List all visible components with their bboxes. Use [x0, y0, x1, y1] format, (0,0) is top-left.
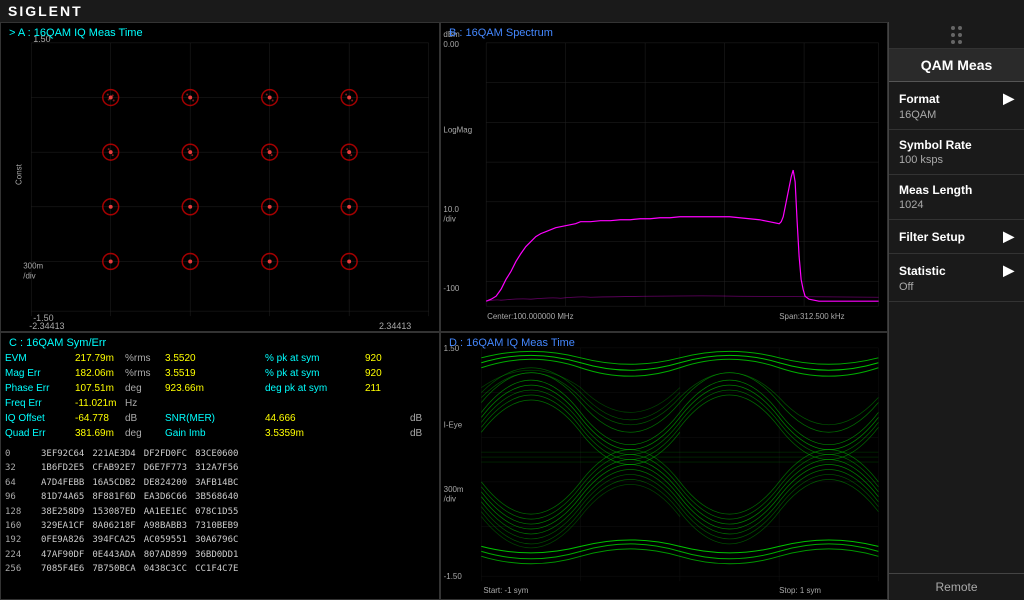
- svg-text:-100: -100: [443, 284, 459, 293]
- stop-sym: Stop: 1 sym: [779, 586, 821, 595]
- hex-row-224: 224 47AF90DF 0E443ADA 807AD899 36BD0DD1: [5, 548, 435, 562]
- meas-row-evm: EVM 217.79m %rms 3.5520 % pk at sym 920: [5, 351, 435, 366]
- statistic-value: Off: [899, 281, 1014, 293]
- svg-text:2.34413: 2.34413: [379, 321, 411, 331]
- sidebar-item-format[interactable]: Format ▶ 16QAM: [889, 82, 1024, 130]
- svg-text:10.0: 10.0: [443, 205, 459, 214]
- meas-row-iqoffset: IQ Offset -64.778 dB SNR(MER) 44.666 dB: [5, 411, 435, 426]
- meas-length-label: Meas Length: [899, 183, 972, 197]
- symbol-rate-value: 100 ksps: [899, 154, 1014, 166]
- hex-row-192: 192 0FE9A826 394FCA25 AC059551 30A6796C: [5, 533, 435, 547]
- hex-data-table: 0 3EF92C64 221AE3D4 DF2FD0FC 83CE0600 32…: [1, 445, 439, 579]
- sidebar-item-filter-setup[interactable]: Filter Setup ▶: [889, 220, 1024, 254]
- spectrum-svg: 0.00 dBm LogMag 10.0 /div -100 Center:10…: [441, 23, 887, 331]
- statistic-label: Statistic: [899, 264, 946, 278]
- span-freq: Span:312.500 kHz: [779, 312, 844, 321]
- filter-setup-arrow: ▶: [1003, 228, 1014, 245]
- panels-grid: > A : 16QAM IQ Meas Time 1.50 Const 300: [0, 22, 888, 600]
- svg-text:I-Eye: I-Eye: [444, 420, 463, 429]
- menu-dots: [951, 26, 962, 44]
- iq-constellation-svg: 1.50 Const 300m /div -1.50 -2.34413 2.34…: [1, 23, 439, 331]
- symbol-rate-label: Symbol Rate: [899, 138, 972, 152]
- eye-diagram-svg: 1.50 I-Eye 300m /div -1.50: [441, 333, 887, 599]
- sidebar-item-meas-length[interactable]: Meas Length 1024: [889, 175, 1024, 220]
- meas-length-value: 1024: [899, 199, 1014, 211]
- svg-text:-2.34413: -2.34413: [29, 321, 64, 331]
- statistic-arrow: ▶: [1003, 262, 1014, 279]
- panel-b: B : 16QAM Spectrum 0.00 dBm: [440, 22, 888, 332]
- svg-text:/div: /div: [443, 215, 455, 224]
- iq-dots: [103, 90, 357, 270]
- panel-d-title: D : 16QAM IQ Meas Time: [443, 335, 581, 351]
- hex-row-128: 128 38E258D9 153087ED AA1EE1EC 078C1D55: [5, 505, 435, 519]
- sidebar-item-symbol-rate[interactable]: Symbol Rate 100 ksps: [889, 130, 1024, 175]
- svg-text:300m: 300m: [444, 485, 464, 494]
- sidebar-title: QAM Meas: [889, 49, 1024, 82]
- hex-row-32: 32 1B6FD2E5 CFAB92E7 D6E7F773 312A7F56: [5, 461, 435, 475]
- meas-row-freqerr: Freq Err -11.021m Hz: [5, 396, 435, 411]
- meas-row-quaderr: Quad Err 381.69m deg Gain Imb 3.5359m dB: [5, 426, 435, 441]
- sidebar: QAM Meas Format ▶ 16QAM Symbol Rate 100 …: [888, 22, 1024, 600]
- svg-text:Const: Const: [14, 163, 23, 185]
- format-label: Format: [899, 92, 940, 106]
- remote-label: Remote: [889, 573, 1024, 600]
- meas-row-phaseerr: Phase Err 107.51m deg 923.66m deg pk at …: [5, 381, 435, 396]
- hex-row-160: 160 329EA1CF 8A06218F A98BABB3 7310BEB9: [5, 519, 435, 533]
- panel-a-title: > A : 16QAM IQ Meas Time: [3, 25, 149, 41]
- svg-text:/div: /div: [23, 271, 35, 280]
- panel-a: > A : 16QAM IQ Meas Time 1.50 Const 300: [0, 22, 440, 332]
- svg-text:-1.50: -1.50: [444, 572, 463, 581]
- main-layout: > A : 16QAM IQ Meas Time 1.50 Const 300: [0, 22, 1024, 600]
- panel-b-title: B : 16QAM Spectrum: [443, 25, 559, 41]
- svg-text:0.00: 0.00: [443, 40, 459, 49]
- sidebar-item-statistic[interactable]: Statistic ▶ Off: [889, 254, 1024, 302]
- panel-c: C : 16QAM Sym/Err EVM 217.79m %rms 3.552…: [0, 332, 440, 600]
- start-sym: Start: -1 sym: [483, 586, 528, 595]
- hex-row-96: 96 81D74A65 8F881F6D EA3D6C66 3B568640: [5, 490, 435, 504]
- topbar: SIGLENT: [0, 0, 1024, 22]
- measurements-table: EVM 217.79m %rms 3.5520 % pk at sym 920 …: [1, 351, 439, 441]
- svg-text:300m: 300m: [23, 261, 43, 270]
- hex-row-256: 256 7085F4E6 7B750BCA 0438C3CC CC1F4C7E: [5, 562, 435, 576]
- hex-row-0: 0 3EF92C64 221AE3D4 DF2FD0FC 83CE0600: [5, 447, 435, 461]
- hex-row-64: 64 A7D4FEBB 16A5CDB2 DE824200 3AFB14BC: [5, 476, 435, 490]
- svg-text:LogMag: LogMag: [443, 125, 472, 134]
- center-freq: Center:100.000000 MHz: [487, 312, 574, 321]
- app-logo: SIGLENT: [8, 3, 83, 19]
- filter-setup-label: Filter Setup: [899, 230, 965, 244]
- meas-row-magerr: Mag Err 182.06m %rms 3.5519 % pk at sym …: [5, 366, 435, 381]
- format-value: 16QAM: [899, 109, 1014, 121]
- svg-text:/div: /div: [444, 495, 456, 504]
- panel-d: D : 16QAM IQ Meas Time 1.50 I-Eye 300m /…: [440, 332, 888, 600]
- format-arrow: ▶: [1003, 90, 1014, 107]
- panel-c-title: C : 16QAM Sym/Err: [3, 335, 112, 351]
